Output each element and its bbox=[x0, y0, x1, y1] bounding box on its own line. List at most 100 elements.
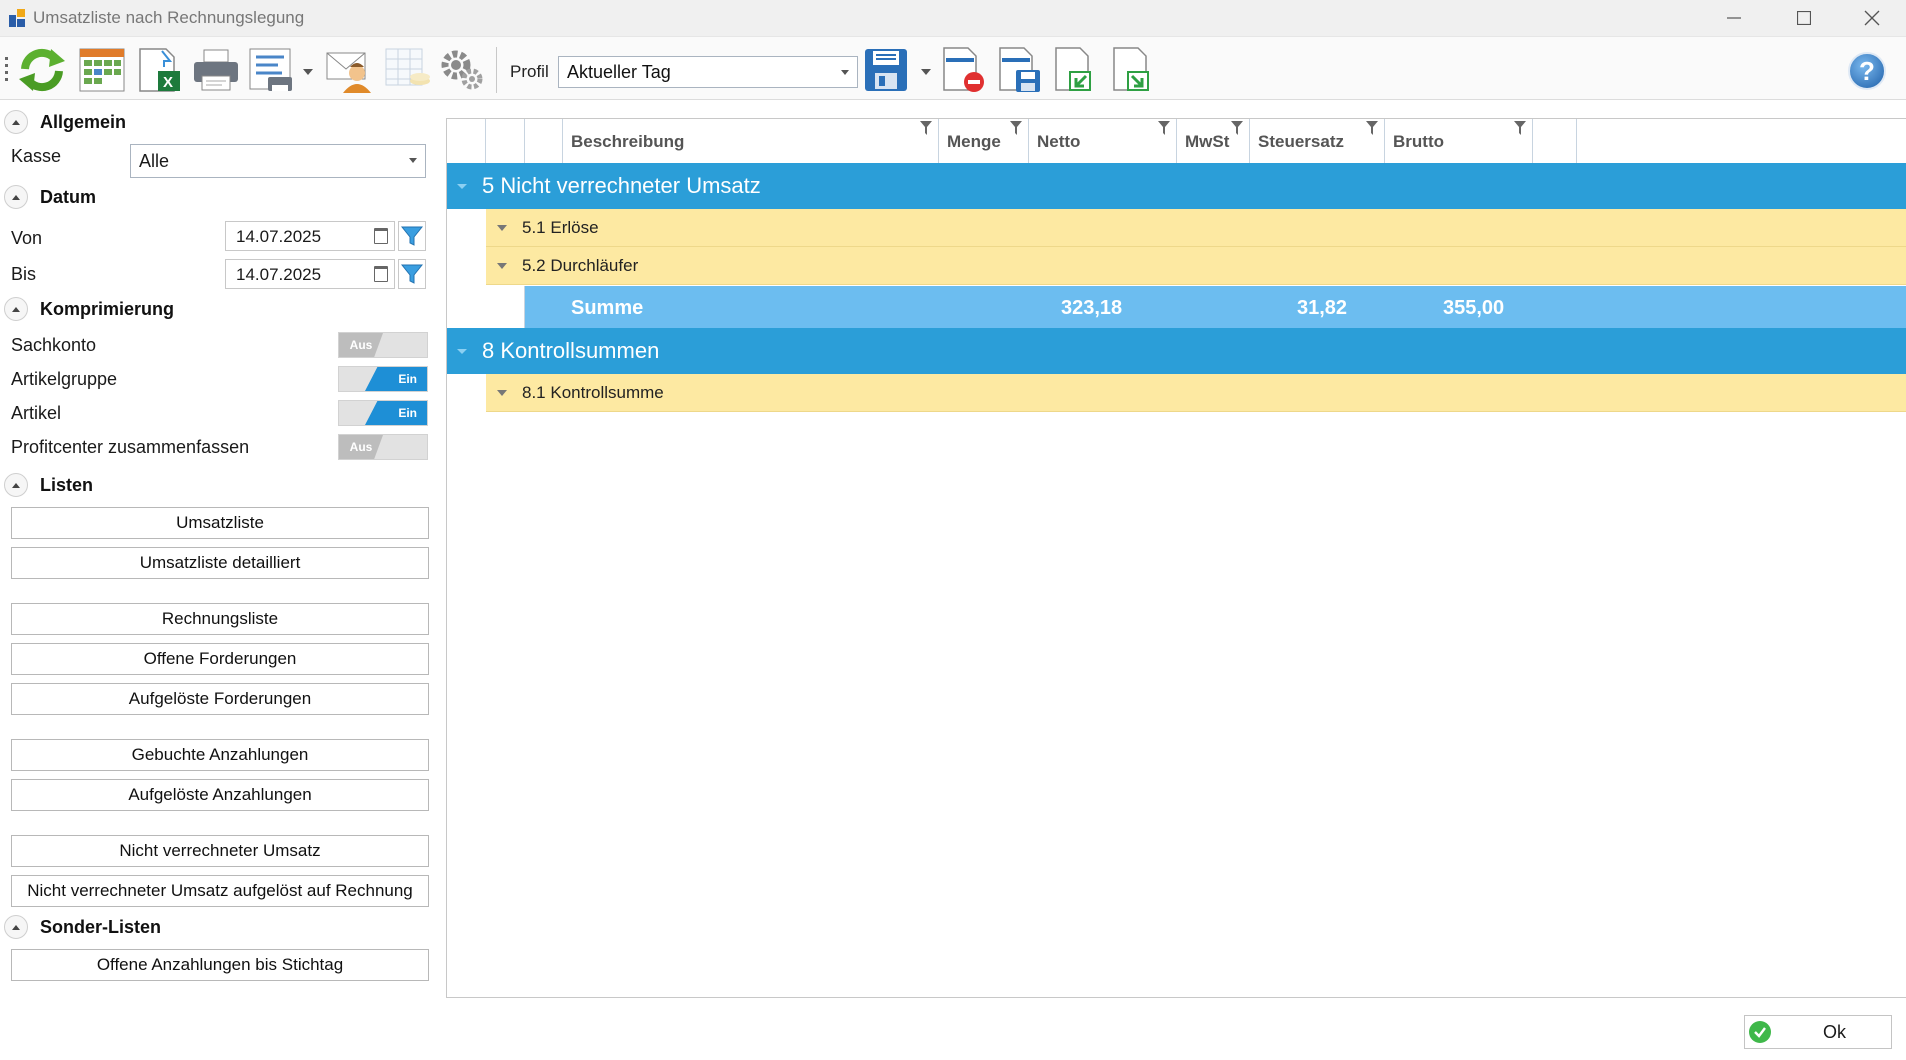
subgroup-row[interactable]: 5.1 Erlöse bbox=[486, 209, 1906, 247]
collapse-icon[interactable] bbox=[4, 110, 28, 134]
expand-caret-icon[interactable] bbox=[457, 348, 467, 354]
subgroup-row[interactable]: 8.1 Kontrollsumme bbox=[486, 374, 1906, 412]
import-profile-button[interactable] bbox=[1050, 45, 1102, 95]
title-bar: Umsatzliste nach Rechnungslegung bbox=[0, 0, 1906, 36]
toolbar-grip[interactable] bbox=[5, 57, 8, 83]
gebuchte-anzahlungen-button[interactable]: Gebuchte Anzahlungen bbox=[11, 739, 429, 771]
ok-button[interactable]: Ok bbox=[1744, 1015, 1892, 1049]
print-layout-button[interactable] bbox=[246, 45, 298, 95]
column-header-label: Brutto bbox=[1393, 132, 1444, 151]
help-button[interactable]: ? bbox=[1848, 52, 1886, 90]
excel-export-icon: X bbox=[139, 48, 180, 92]
filter-icon[interactable] bbox=[1158, 121, 1170, 135]
filter-panel: Allgemein Kasse Alle Datum Von 14.07.202… bbox=[0, 102, 440, 982]
nicht-verrechneter-umsatz-aufgeloest-button[interactable]: Nicht verrechneter Umsatz aufgelöst auf … bbox=[11, 875, 429, 907]
subgroup-label: 8.1 Kontrollsumme bbox=[522, 382, 664, 402]
section-header-datum[interactable]: Datum bbox=[0, 182, 96, 212]
expand-caret-icon[interactable] bbox=[497, 389, 507, 396]
section-header-komprimierung[interactable]: Komprimierung bbox=[0, 294, 174, 324]
column-header-extra[interactable] bbox=[1533, 119, 1577, 163]
calendar-icon[interactable] bbox=[374, 228, 388, 244]
toggle-label-sachkonto: Sachkonto bbox=[11, 335, 97, 355]
column-header-indent[interactable] bbox=[525, 119, 563, 163]
import-profile-icon bbox=[1055, 47, 1091, 91]
nicht-verrechneter-umsatz-button[interactable]: Nicht verrechneter Umsatz bbox=[11, 835, 429, 867]
section-header-sonder-listen[interactable]: Sonder-Listen bbox=[0, 912, 161, 942]
print-button[interactable] bbox=[190, 45, 242, 95]
export-profile-icon bbox=[1113, 47, 1149, 91]
umsatzliste-button[interactable]: Umsatzliste bbox=[11, 507, 429, 539]
column-header-label: Beschreibung bbox=[571, 132, 685, 151]
calendar-icon[interactable] bbox=[374, 266, 388, 282]
save-profile-dropdown-caret[interactable] bbox=[921, 69, 931, 75]
report-grid: Beschreibung Menge Netto MwSt Steuersatz… bbox=[446, 118, 1906, 998]
toggle-artikelgruppe[interactable]: Ein bbox=[338, 366, 428, 392]
funnel-icon bbox=[401, 226, 423, 246]
group-label: 8 Kontrollsummen bbox=[482, 338, 660, 363]
group-label: 5 Nicht verrechneter Umsatz bbox=[482, 173, 761, 198]
expand-caret-icon[interactable] bbox=[497, 224, 507, 231]
bis-filter-button[interactable] bbox=[398, 259, 426, 289]
refresh-button[interactable] bbox=[16, 45, 68, 95]
save-profile-button[interactable] bbox=[860, 45, 912, 95]
table-coins-button[interactable] bbox=[382, 45, 434, 95]
umsatzliste-detailliert-button[interactable]: Umsatzliste detailliert bbox=[11, 547, 429, 579]
minimize-button[interactable] bbox=[1700, 0, 1768, 36]
column-header-label: Netto bbox=[1037, 132, 1081, 151]
filter-icon[interactable] bbox=[1231, 121, 1243, 135]
print-layout-dropdown-caret[interactable] bbox=[303, 69, 313, 75]
section-header-allgemein[interactable]: Allgemein bbox=[0, 107, 126, 137]
group-row[interactable]: 8 Kontrollsummen bbox=[447, 328, 1906, 374]
von-label: Von bbox=[11, 228, 43, 248]
toggle-artikel[interactable]: Ein bbox=[338, 400, 428, 426]
settings-gears-icon bbox=[441, 50, 483, 90]
filter-icon[interactable] bbox=[1010, 121, 1022, 135]
aufgeloeste-anzahlungen-button[interactable]: Aufgelöste Anzahlungen bbox=[11, 779, 429, 811]
collapse-icon[interactable] bbox=[4, 915, 28, 939]
von-filter-button[interactable] bbox=[398, 221, 426, 251]
column-header-beschreibung[interactable]: Beschreibung bbox=[563, 119, 939, 163]
column-header-menge[interactable]: Menge bbox=[939, 119, 1029, 163]
group-row[interactable]: 5 Nicht verrechneter Umsatz bbox=[447, 163, 1906, 209]
maximize-button[interactable] bbox=[1770, 0, 1838, 36]
column-header-steuersatz[interactable]: Steuersatz bbox=[1250, 119, 1385, 163]
settings-button[interactable] bbox=[436, 45, 488, 95]
offene-forderungen-button[interactable]: Offene Forderungen bbox=[11, 643, 429, 675]
offene-anzahlungen-stichtag-button[interactable]: Offene Anzahlungen bis Stichtag bbox=[11, 949, 429, 981]
aufgeloeste-forderungen-button[interactable]: Aufgelöste Forderungen bbox=[11, 683, 429, 715]
column-header-netto[interactable]: Netto bbox=[1029, 119, 1177, 163]
kasse-select[interactable]: Alle bbox=[130, 144, 426, 178]
toggle-sachkonto[interactable]: Aus bbox=[338, 332, 428, 358]
collapse-icon[interactable] bbox=[4, 297, 28, 321]
save-as-profile-button[interactable] bbox=[994, 45, 1046, 95]
column-header-indent[interactable] bbox=[447, 119, 486, 163]
collapse-icon[interactable] bbox=[4, 473, 28, 497]
filter-icon[interactable] bbox=[1514, 121, 1526, 135]
section-title: Listen bbox=[40, 474, 94, 495]
profil-select[interactable]: Aktueller Tag bbox=[558, 56, 858, 88]
filter-icon[interactable] bbox=[1366, 121, 1378, 135]
rechnungsliste-button[interactable]: Rechnungsliste bbox=[11, 603, 429, 635]
column-header-indent[interactable] bbox=[486, 119, 525, 163]
export-profile-button[interactable] bbox=[1108, 45, 1160, 95]
delete-profile-button[interactable] bbox=[938, 45, 990, 95]
column-header-mwst[interactable]: MwSt bbox=[1177, 119, 1250, 163]
von-date-input[interactable]: 14.07.2025 bbox=[225, 221, 395, 251]
filter-icon[interactable] bbox=[920, 121, 932, 135]
section-header-listen[interactable]: Listen bbox=[0, 470, 93, 500]
summary-row[interactable]: Summe 323,18 31,82 355,00 bbox=[525, 286, 1906, 328]
expand-caret-icon[interactable] bbox=[497, 262, 507, 269]
bis-date-input[interactable]: 14.07.2025 bbox=[225, 259, 395, 289]
subgroup-row[interactable]: 5.2 Durchläufer bbox=[486, 247, 1906, 285]
email-user-button[interactable] bbox=[324, 45, 376, 95]
calendar-grid-button[interactable] bbox=[76, 45, 128, 95]
summary-indent-cell bbox=[486, 286, 525, 328]
funnel-icon bbox=[401, 264, 423, 284]
collapse-icon[interactable] bbox=[4, 185, 28, 209]
expand-caret-icon[interactable] bbox=[457, 183, 467, 189]
column-header-brutto[interactable]: Brutto bbox=[1385, 119, 1533, 163]
close-button[interactable] bbox=[1838, 0, 1906, 36]
excel-export-button[interactable]: X bbox=[134, 45, 186, 95]
chevron-down-icon bbox=[841, 70, 849, 75]
toggle-profitcenter[interactable]: Aus bbox=[338, 434, 428, 460]
